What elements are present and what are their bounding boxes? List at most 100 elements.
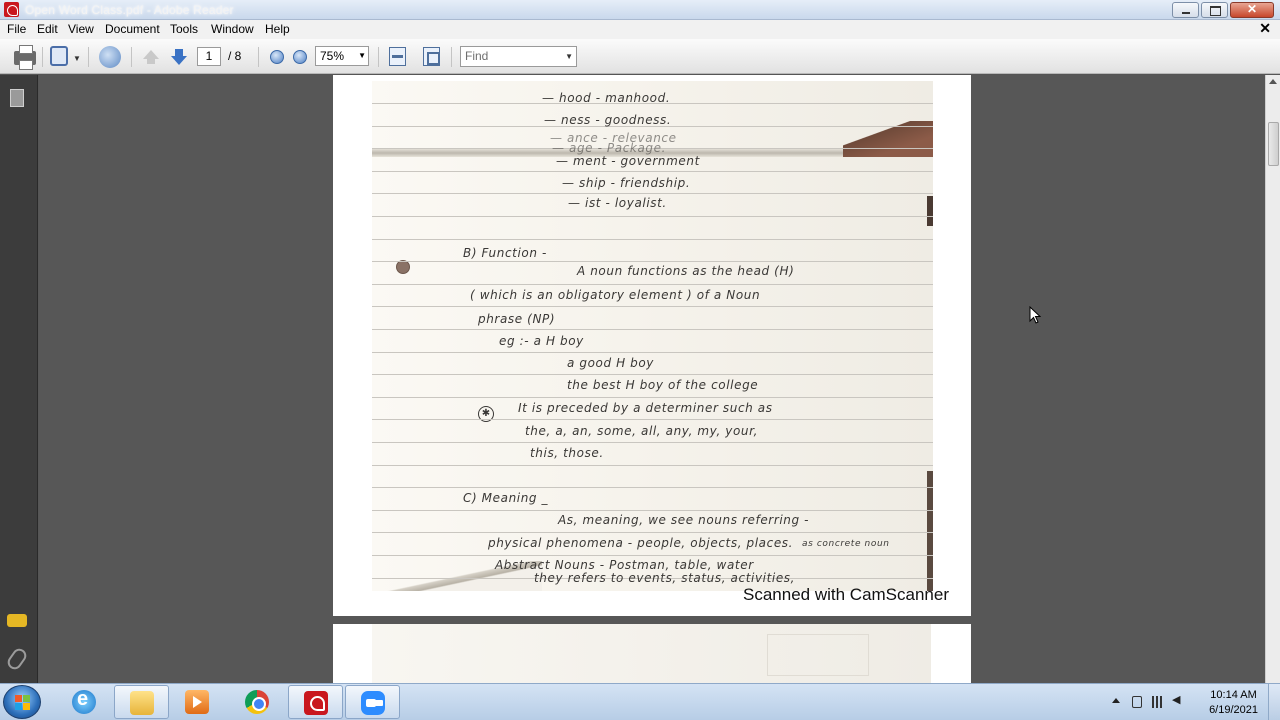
menu-window[interactable]: Window	[211, 22, 254, 36]
notebook-rule-line	[372, 419, 933, 421]
zoom-out-icon[interactable]	[270, 50, 284, 64]
fit-width-icon[interactable]	[389, 47, 406, 66]
menu-edit[interactable]: Edit	[37, 22, 58, 36]
scrollbar-thumb[interactable]	[1268, 122, 1279, 166]
taskbar-adobe-reader[interactable]	[288, 685, 343, 719]
scanned-notebook-image: ✱ — hood - manhood. — ness - goodness. — a…	[372, 81, 933, 591]
network-icon[interactable]	[1152, 696, 1164, 708]
menu-view[interactable]: View	[68, 22, 94, 36]
print-icon[interactable]	[14, 45, 36, 70]
handwritten-line: a good H boy	[567, 356, 654, 370]
start-button[interactable]	[3, 685, 41, 719]
notebook-rule-line	[372, 487, 933, 489]
clock[interactable]: 10:14 AM 6/19/2021	[1209, 688, 1258, 718]
adobe-reader-window: Open Word Class.pdf - Adobe Reader File …	[0, 0, 1280, 720]
pdf-page: ✱ — hood - manhood. — ness - goodness. — a…	[333, 75, 971, 616]
vertical-scrollbar[interactable]	[1265, 75, 1280, 683]
notebook-rule-line	[372, 170, 933, 172]
menu-document[interactable]: Document	[105, 22, 160, 36]
maximize-button[interactable]	[1201, 2, 1228, 18]
minimize-button[interactable]	[1172, 2, 1199, 18]
next-page-icon[interactable]	[168, 46, 190, 68]
handwritten-line: the best H boy of the college	[567, 378, 759, 392]
taskbar-chrome[interactable]	[230, 685, 285, 719]
internet-explorer-icon	[72, 688, 96, 714]
handwritten-line: — ship - friendship.	[562, 176, 691, 190]
menu-help[interactable]: Help	[265, 22, 290, 36]
notebook-rule-line	[372, 555, 933, 556]
close-button[interactable]	[1230, 2, 1274, 18]
comments-icon[interactable]	[7, 614, 27, 627]
page-total: / 8	[228, 49, 242, 63]
paper-edge	[927, 471, 933, 591]
window-title: Open Word Class.pdf - Adobe Reader	[25, 3, 234, 17]
taskbar-media-player[interactable]	[170, 685, 225, 719]
zoom-select[interactable]: 75% ▼	[315, 46, 369, 66]
notebook-rule-line	[372, 374, 933, 376]
zoom-in-icon[interactable]	[293, 50, 307, 64]
close-document-icon[interactable]: ✕	[1259, 20, 1271, 37]
paper-edge	[927, 196, 933, 226]
show-hidden-icons-icon[interactable]	[1112, 698, 1120, 703]
find-input[interactable]: Find ▼	[460, 46, 577, 67]
menu-tools[interactable]: Tools	[170, 22, 198, 36]
handwritten-line: the, a, an, some, all, any, my, your,	[525, 424, 758, 438]
action-center-icon[interactable]	[1132, 696, 1142, 708]
notebook-rule-line	[372, 193, 933, 195]
toolbar-separator	[378, 47, 379, 67]
scroll-up-icon[interactable]	[1269, 79, 1277, 84]
toolbar-separator	[451, 47, 452, 67]
zoom-value: 75%	[320, 49, 345, 63]
attachments-icon[interactable]	[4, 645, 30, 673]
toolbar-separator	[88, 47, 89, 67]
handwritten-line: — ment - government	[556, 154, 700, 168]
handwritten-line: It is preceded by a determiner such as	[518, 401, 773, 415]
notebook-rule-line	[372, 216, 933, 217]
notebook-rule-line	[372, 532, 933, 534]
share-icon[interactable]	[99, 46, 121, 68]
notebook-rule-line	[372, 306, 933, 308]
notebook-rule-line	[372, 329, 933, 330]
document-viewport[interactable]: ✱ — hood - manhood. — ness - goodness. — a…	[39, 75, 1265, 683]
taskbar-file-explorer[interactable]	[114, 685, 169, 719]
fit-page-icon[interactable]	[423, 47, 440, 66]
toolbar-separator	[42, 47, 43, 67]
zoom-icon	[361, 691, 385, 715]
handwritten-line: ( which is an obligatory element ) of a …	[470, 288, 761, 302]
page-number-input[interactable]: 1	[197, 47, 221, 66]
chrome-icon	[245, 690, 269, 714]
toolbar-separator	[131, 47, 132, 67]
handwritten-line: — ist - loyalist.	[568, 196, 667, 210]
show-desktop-button[interactable]	[1268, 684, 1280, 720]
handwritten-line: eg :- a H boy	[499, 334, 584, 348]
taskbar-internet-explorer[interactable]	[57, 685, 112, 719]
volume-icon[interactable]	[1172, 693, 1184, 708]
notebook-rule-line	[372, 351, 933, 353]
save-icon[interactable]	[50, 46, 68, 66]
handwritten-line: B) Function -	[463, 246, 547, 260]
notebook-rule-line	[372, 464, 933, 466]
window-controls	[1172, 2, 1274, 18]
handwritten-line: — age - Package.	[552, 141, 667, 155]
save-dropdown-chevron-icon[interactable]: ▼	[73, 54, 81, 63]
system-tray: 10:14 AM 6/19/2021	[1110, 684, 1280, 720]
taskbar-zoom[interactable]	[345, 685, 400, 719]
navigation-pane	[0, 75, 38, 683]
prev-page-icon[interactable]	[140, 46, 162, 68]
page-thumbnails-icon[interactable]	[10, 89, 24, 107]
folder-icon	[130, 691, 154, 715]
taskbar: 10:14 AM 6/19/2021	[0, 683, 1280, 720]
chevron-down-icon: ▼	[358, 51, 366, 60]
camscanner-watermark: Scanned with CamScanner	[743, 585, 950, 604]
toolbar-separator	[258, 47, 259, 67]
chevron-down-icon[interactable]: ▼	[565, 47, 573, 66]
handwritten-line: Abstract Nouns - Postman, table, water	[495, 558, 754, 572]
handwritten-line: as concrete noun	[802, 539, 890, 549]
handwritten-line: this, those.	[530, 446, 604, 460]
handwritten-line: C) Meaning _	[463, 491, 549, 505]
notebook-rule-line	[372, 396, 933, 398]
notebook-rule-line	[372, 442, 933, 443]
adobe-reader-icon	[304, 691, 328, 715]
scanned-notebook-image	[372, 624, 931, 683]
menu-file[interactable]: File	[7, 22, 26, 36]
